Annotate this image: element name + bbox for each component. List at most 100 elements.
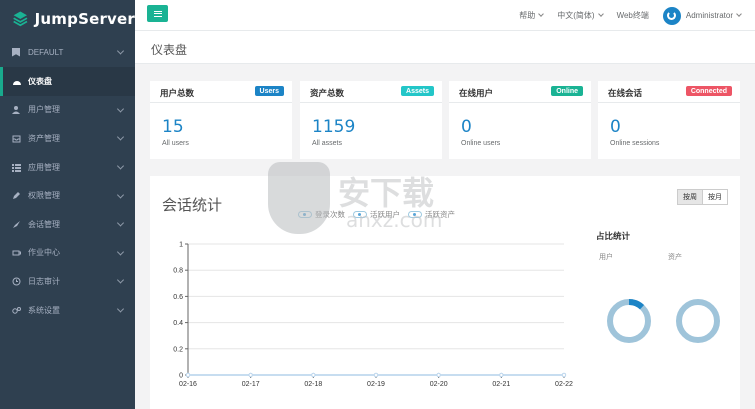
data-point xyxy=(373,372,379,378)
status-badge: Assets xyxy=(401,86,434,96)
language-menu[interactable]: 中文(简体) xyxy=(557,10,604,21)
help-menu[interactable]: 帮助 xyxy=(519,10,545,21)
range-month-button[interactable]: 按月 xyxy=(703,189,728,205)
power-icon xyxy=(667,11,677,20)
y-tick-label: 0.2 xyxy=(173,346,183,353)
page-title: 仪表盘 xyxy=(151,43,188,57)
chevron-down-icon xyxy=(116,162,125,170)
legend-marker xyxy=(408,211,422,218)
web-terminal-link[interactable]: Web终端 xyxy=(617,10,649,21)
donut-ring xyxy=(676,299,720,343)
sidebar-item[interactable]: 仪表盘 xyxy=(0,67,135,96)
data-point xyxy=(248,372,253,378)
legend-item[interactable]: 活跃资产 xyxy=(408,209,455,220)
sidebar-item[interactable]: 权限管理 xyxy=(0,181,135,210)
brand-name: JumpServer xyxy=(34,9,135,28)
card-title: 在线用户 xyxy=(459,88,494,98)
sidebar-item[interactable]: 会话管理 xyxy=(0,210,135,239)
sidebar-item-label: 资产管理 xyxy=(28,133,60,143)
card-title: 用户总数 xyxy=(160,88,195,98)
sidebar-item-label: 日志审计 xyxy=(28,276,60,286)
assets-ratio-donut xyxy=(676,299,720,343)
ratio-label-users: 用户 xyxy=(599,254,613,261)
legend-marker xyxy=(353,211,367,218)
caret-down-icon xyxy=(597,11,604,17)
card-value[interactable]: 1159 xyxy=(312,117,355,137)
x-tick-label: 02-16 xyxy=(179,381,197,388)
sidebar-item[interactable]: 系统设置 xyxy=(0,296,135,325)
y-tick-label: 0.8 xyxy=(173,268,183,275)
session-line-chart: 0 0.2 0.4 0.6 0.8 1 02-16 02-17 02-18 02-19 02-20 0… xyxy=(173,242,573,389)
gears-icon xyxy=(12,306,21,315)
data-point xyxy=(561,372,567,378)
card-subtitle: Online users xyxy=(461,140,501,147)
bookmark-icon xyxy=(12,47,20,57)
help-label: 帮助 xyxy=(519,11,536,20)
menu-toggle-button[interactable] xyxy=(147,5,168,22)
card-title: 资产总数 xyxy=(310,88,345,98)
range-toggle: 按周 按月 xyxy=(677,189,728,205)
x-tick-label: 02-20 xyxy=(430,381,448,388)
range-week-button[interactable]: 按周 xyxy=(677,189,703,205)
org-name: DEFAULT xyxy=(28,47,64,57)
data-point xyxy=(185,372,191,378)
legend-label: 活跃用户 xyxy=(370,210,400,219)
status-badge: Users xyxy=(254,86,284,96)
sidebar-item[interactable]: 用户管理 xyxy=(0,96,135,125)
x-tick-label: 02-18 xyxy=(304,381,322,388)
legend-item[interactable]: 登录次数 xyxy=(298,209,345,220)
status-badge: Connected xyxy=(685,86,732,96)
language-label: 中文(简体) xyxy=(557,11,595,20)
stat-card: 资产总数 Assets 1159 All assets xyxy=(300,81,442,159)
sidebar: JumpServer DEFAULT 仪表盘 用户管理资产管理应用管理权限管理会话… xyxy=(0,0,135,409)
dashboard-icon xyxy=(12,77,21,86)
chevron-down-icon xyxy=(116,276,125,284)
card-value[interactable]: 0 xyxy=(610,117,621,137)
card-value[interactable]: 15 xyxy=(162,117,184,137)
topbar: 帮助 中文(简体) Web终端 Administrator xyxy=(135,0,755,31)
y-tick-label: 0 xyxy=(179,373,183,380)
user-name: Administrator xyxy=(685,11,733,20)
y-tick-label: 0.6 xyxy=(173,294,183,301)
legend-marker xyxy=(298,211,312,218)
sidebar-item-label: 应用管理 xyxy=(28,162,60,172)
card-value[interactable]: 0 xyxy=(461,117,472,137)
chevron-down-icon xyxy=(116,219,125,227)
chevron-down-icon xyxy=(116,47,125,55)
x-tick-label: 02-21 xyxy=(492,381,510,388)
card-subtitle: Online sessions xyxy=(610,140,660,147)
chevron-down-icon xyxy=(116,105,125,113)
web-terminal-label: Web终端 xyxy=(616,11,649,20)
caret-down-icon xyxy=(538,11,545,17)
chevron-down-icon xyxy=(116,305,125,313)
chart-legend: 登录次数 活跃用户 活跃资产 xyxy=(298,209,463,220)
card-header: 资产总数 Assets xyxy=(300,81,442,103)
session-stats-panel: 会话统计 按周 按月 登录次数 活跃用户 活跃资产 0 0.2 0.4 0.6 0.8 1… xyxy=(150,176,740,409)
panel-title: 会话统计 xyxy=(162,197,223,214)
users-icon xyxy=(12,105,21,115)
data-point xyxy=(311,372,316,378)
org-selector[interactable]: DEFAULT xyxy=(0,37,135,67)
stat-card: 在线用户 Online 0 Online users xyxy=(449,81,591,159)
card-header: 用户总数 Users xyxy=(150,81,292,103)
sidebar-item[interactable]: 作业中心 xyxy=(0,239,135,268)
ratio-label-assets: 资产 xyxy=(668,254,682,261)
data-point xyxy=(436,372,441,378)
avatar xyxy=(662,6,681,25)
sidebar-item-label: 会话管理 xyxy=(28,219,60,229)
brand[interactable]: JumpServer xyxy=(0,0,135,37)
chevron-down-icon xyxy=(116,133,125,142)
sidebar-item[interactable]: 资产管理 xyxy=(0,124,135,153)
x-tick-label: 02-17 xyxy=(242,381,260,388)
legend-item[interactable]: 活跃用户 xyxy=(353,209,400,220)
sidebar-item-label: 权限管理 xyxy=(28,191,60,201)
card-header: 在线会话 Connected xyxy=(598,81,740,103)
edit-icon xyxy=(12,191,21,200)
card-title: 在线会话 xyxy=(608,88,643,98)
caret-down-icon xyxy=(736,11,742,17)
sidebar-item[interactable]: 应用管理 xyxy=(0,153,135,182)
sidebar-item[interactable]: 日志审计 xyxy=(0,267,135,296)
th-icon xyxy=(12,163,21,172)
card-subtitle: All assets xyxy=(312,140,342,147)
user-menu[interactable]: Administrator xyxy=(662,6,742,25)
